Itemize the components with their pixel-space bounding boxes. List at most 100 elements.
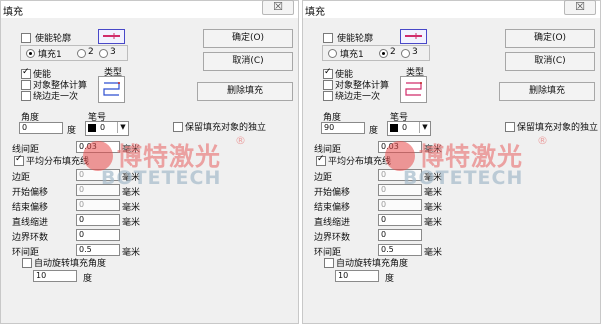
delete-fill-button[interactable]: 删除填充 [197, 82, 293, 101]
avg-distribute-label: 平均分布填充线 [26, 157, 90, 167]
fill1-label: 填充1 [38, 50, 62, 60]
outline-pen-icon[interactable] [400, 29, 427, 44]
line-spacing-input[interactable]: 0.03 [76, 141, 120, 153]
cancel-button[interactable]: 取消(C) [505, 52, 595, 71]
titlebar: 填充 ☒ [303, 0, 600, 18]
margin-unit: 毫米 [424, 173, 443, 183]
watermark-registered: ® [235, 134, 246, 147]
fill-type-icon[interactable] [400, 76, 427, 103]
keep-independent-label: 保留填充对象的独立 [517, 123, 599, 133]
loop-spacing-input[interactable]: 0.5 [378, 244, 422, 256]
close-icon: ☒ [273, 0, 283, 13]
line-indent-input[interactable]: 0 [378, 214, 422, 226]
border-loops-input[interactable]: 0 [378, 229, 422, 241]
whole-calc-checkbox[interactable] [21, 80, 31, 90]
fill-dialog-left: 填充 ☒ 使能轮廓 填充1 2 3 确定(O) 取消(C) 删除填充 使能 对象… [0, 0, 299, 324]
end-offset-unit: 毫米 [122, 203, 141, 213]
start-offset-unit: 毫米 [424, 188, 443, 198]
start-offset-label: 开始偏移 [12, 188, 49, 198]
fill2-radio[interactable] [77, 49, 86, 58]
fill1-radio[interactable] [328, 49, 337, 58]
rotate-angle-input[interactable]: 10 [335, 270, 379, 282]
line-spacing-unit: 毫米 [122, 145, 141, 155]
enable-checkbox[interactable] [21, 67, 31, 79]
auto-rotate-label: 自动旋转填充角度 [336, 259, 409, 269]
walk-once-label: 绕边走一次 [33, 92, 79, 102]
pen-select[interactable]: 0 ▼ [85, 121, 129, 136]
margin-input[interactable]: 0 [378, 169, 422, 181]
confirm-button[interactable]: 确定(O) [505, 29, 595, 48]
end-offset-input[interactable]: 0 [378, 199, 422, 211]
border-loops-label: 边界环数 [314, 233, 351, 243]
angle-unit: 度 [67, 126, 77, 136]
fill1-radio[interactable] [26, 49, 35, 58]
end-offset-unit: 毫米 [424, 203, 443, 213]
start-offset-input[interactable]: 0 [76, 184, 120, 196]
dialog-title: 填充 [3, 7, 23, 18]
fill2-label: 2 [88, 47, 94, 57]
avg-distribute-checkbox[interactable] [316, 154, 326, 166]
chevron-down-icon[interactable]: ▼ [117, 122, 128, 133]
start-offset-label: 开始偏移 [314, 188, 351, 198]
dialog-title: 填充 [305, 7, 325, 18]
walk-once-checkbox[interactable] [323, 91, 333, 101]
loop-spacing-unit: 毫米 [424, 248, 443, 258]
whole-calc-checkbox[interactable] [323, 80, 333, 90]
pen-value: 0 [100, 123, 106, 132]
loop-spacing-unit: 毫米 [122, 248, 141, 258]
rotate-angle-unit: 度 [83, 274, 93, 284]
end-offset-input[interactable]: 0 [76, 199, 120, 211]
fill-dialog-right: 填充 ☒ 使能轮廓 填充1 2 3 确定(O) 取消(C) 删除填充 使能 对象… [302, 0, 601, 324]
margin-unit: 毫米 [122, 173, 141, 183]
pen-color-swatch [390, 124, 398, 132]
cancel-button[interactable]: 取消(C) [203, 52, 293, 71]
titlebar: 填充 ☒ [1, 0, 298, 18]
margin-label: 边距 [314, 173, 333, 183]
auto-rotate-checkbox[interactable] [324, 258, 334, 268]
rotate-angle-input[interactable]: 10 [33, 270, 77, 282]
angle-unit: 度 [369, 126, 379, 136]
watermark-registered: ® [537, 134, 548, 147]
pen-select[interactable]: 0 ▼ [387, 121, 431, 136]
chevron-down-icon[interactable]: ▼ [419, 122, 430, 133]
border-loops-input[interactable]: 0 [76, 229, 120, 241]
keep-independent-checkbox[interactable] [173, 122, 183, 132]
angle-input[interactable]: 90 [321, 122, 365, 134]
avg-distribute-checkbox[interactable] [14, 154, 24, 166]
fill3-radio[interactable] [99, 49, 108, 58]
loop-spacing-input[interactable]: 0.5 [76, 244, 120, 256]
pen-color-swatch [88, 124, 96, 132]
close-icon: ☒ [575, 0, 585, 13]
close-button[interactable]: ☒ [262, 0, 294, 15]
border-loops-label: 边界环数 [12, 233, 49, 243]
fill3-radio[interactable] [401, 49, 410, 58]
start-offset-input[interactable]: 0 [378, 184, 422, 196]
margin-label: 边距 [12, 173, 31, 183]
fill1-label: 填充1 [340, 50, 364, 60]
confirm-button[interactable]: 确定(O) [203, 29, 293, 48]
auto-rotate-label: 自动旋转填充角度 [34, 259, 107, 269]
margin-input[interactable]: 0 [76, 169, 120, 181]
line-indent-unit: 毫米 [122, 218, 141, 228]
fill2-radio[interactable] [379, 49, 388, 58]
enable-outline-label: 使能轮廓 [35, 34, 72, 44]
line-indent-input[interactable]: 0 [76, 214, 120, 226]
keep-independent-checkbox[interactable] [505, 122, 515, 132]
end-offset-label: 结束偏移 [12, 203, 49, 213]
auto-rotate-checkbox[interactable] [22, 258, 32, 268]
enable-outline-label: 使能轮廓 [337, 34, 374, 44]
fill2-label: 2 [390, 47, 396, 57]
enable-checkbox[interactable] [323, 67, 333, 79]
line-spacing-input[interactable]: 0.03 [378, 141, 422, 153]
fill-type-icon[interactable] [98, 76, 125, 103]
outline-pen-icon[interactable] [98, 29, 125, 44]
delete-fill-button[interactable]: 删除填充 [499, 82, 595, 101]
close-button[interactable]: ☒ [564, 0, 596, 15]
enable-outline-checkbox[interactable] [21, 33, 31, 43]
walk-once-label: 绕边走一次 [335, 92, 381, 102]
line-spacing-unit: 毫米 [424, 145, 443, 155]
walk-once-checkbox[interactable] [21, 91, 31, 101]
enable-outline-checkbox[interactable] [323, 33, 333, 43]
angle-input[interactable]: 0 [19, 122, 63, 134]
line-indent-unit: 毫米 [424, 218, 443, 228]
